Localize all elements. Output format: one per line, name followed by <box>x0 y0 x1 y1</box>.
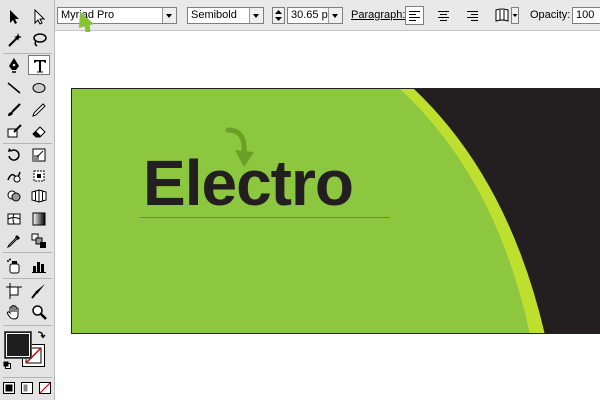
blend-tool[interactable] <box>28 231 50 251</box>
opacity-input[interactable]: 100 <box>572 7 600 24</box>
chevron-down-icon[interactable] <box>249 8 263 23</box>
paintbrush-tool[interactable] <box>3 100 25 120</box>
mesh-tool[interactable] <box>3 209 25 229</box>
align-center-button[interactable] <box>434 6 453 25</box>
shape-builder-tool[interactable] <box>3 186 25 206</box>
toolbox-divider <box>3 143 52 144</box>
none-mode-icon <box>39 382 51 394</box>
perspective-grid-tool[interactable] <box>28 186 50 206</box>
slice-knife-icon <box>31 284 45 299</box>
blob-brush-icon <box>7 124 22 138</box>
fill-stroke-widget <box>2 328 54 374</box>
magnifier-icon <box>32 305 47 320</box>
font-size-stepper[interactable] <box>272 7 285 24</box>
toolbox-divider <box>3 325 52 326</box>
rotate-tool[interactable] <box>3 145 25 165</box>
envelope-warp-button[interactable] <box>493 6 521 25</box>
lasso-icon <box>33 33 47 47</box>
lasso-tool[interactable] <box>28 30 50 50</box>
text-baseline <box>140 217 390 218</box>
eyedropper-icon <box>6 235 20 249</box>
chevron-down-icon[interactable] <box>162 8 176 23</box>
warp-finger-icon <box>7 171 21 183</box>
font-size-input[interactable]: 30.65 pt <box>287 7 343 24</box>
paintbrush-icon <box>8 103 21 116</box>
blend-icon <box>31 233 46 248</box>
align-left-icon <box>409 11 420 21</box>
eraser-tool[interactable] <box>28 121 50 141</box>
ellipse-icon <box>32 83 46 93</box>
color-mode-icon <box>3 382 15 394</box>
paragraph-label: Paragraph: <box>351 9 406 21</box>
gradient-mode-icon <box>21 382 33 394</box>
artboard[interactable]: Electro <box>71 88 600 334</box>
align-left-button[interactable] <box>405 6 424 25</box>
artboard-icon <box>6 283 22 299</box>
perspective-grid-icon <box>31 189 47 203</box>
font-style-value: Semibold <box>191 9 237 21</box>
blob-brush-tool[interactable] <box>3 121 25 141</box>
arrow-pointer-icon <box>10 10 19 24</box>
type-tool[interactable] <box>28 55 50 75</box>
pencil-icon <box>32 103 46 117</box>
eyedropper-tool[interactable] <box>3 231 25 251</box>
tools-panel <box>0 0 55 400</box>
eraser-icon <box>32 126 46 138</box>
align-right-icon <box>467 11 478 21</box>
toolbox-divider <box>3 252 52 253</box>
ellipse-tool[interactable] <box>28 78 50 98</box>
warp-icon <box>495 7 519 24</box>
chevron-down-icon[interactable] <box>328 8 342 23</box>
scale-icon <box>32 148 46 162</box>
symbol-sprayer-tool[interactable] <box>3 256 25 276</box>
toolbox-divider <box>3 53 52 54</box>
type-t-icon <box>34 60 46 73</box>
logo-text[interactable]: Electro <box>143 151 354 215</box>
free-transform-tool[interactable] <box>28 166 50 186</box>
pencil-tool[interactable] <box>28 100 50 120</box>
hand-icon <box>6 304 19 320</box>
mesh-icon <box>7 213 21 225</box>
direct-arrow-icon <box>34 9 46 25</box>
free-transform-icon <box>33 170 45 182</box>
align-center-icon <box>438 11 449 21</box>
gradient-icon <box>32 212 46 226</box>
opacity-label: Opacity: <box>530 9 571 21</box>
selection-tool[interactable] <box>3 7 25 27</box>
slice-tool[interactable] <box>28 281 50 301</box>
pen-nib-icon <box>9 58 19 73</box>
pen-tool[interactable] <box>3 55 25 75</box>
gradient-tool[interactable] <box>28 209 50 229</box>
toolbox-divider <box>3 278 52 279</box>
stepper-arrows-icon[interactable] <box>272 7 285 24</box>
align-right-button[interactable] <box>463 6 482 25</box>
artboard-tool[interactable] <box>3 281 25 301</box>
fill-stroke-swatch[interactable] <box>2 328 54 374</box>
toolbox-divider <box>3 377 52 378</box>
font-size-value: 30.65 pt <box>291 9 329 21</box>
line-segment-icon <box>7 82 21 94</box>
line-segment-tool[interactable] <box>3 78 25 98</box>
hand-tool[interactable] <box>3 302 25 322</box>
color-mode-buttons <box>2 380 54 396</box>
zoom-tool[interactable] <box>28 302 50 322</box>
column-graph-icon <box>32 262 46 273</box>
font-style-dropdown[interactable]: Semibold <box>187 7 264 24</box>
symbol-sprayer-icon <box>7 258 20 274</box>
warp-tool[interactable] <box>3 166 25 186</box>
direct-selection-tool[interactable] <box>28 7 50 27</box>
scale-tool[interactable] <box>28 145 50 165</box>
opacity-value: 100 <box>576 9 595 21</box>
swap-arrow-icon <box>37 331 46 339</box>
magic-wand-tool[interactable] <box>3 30 25 50</box>
rotate-icon <box>8 148 20 161</box>
shape-builder-icon <box>7 190 21 202</box>
magic-wand-icon <box>8 33 22 47</box>
column-graph-tool[interactable] <box>28 256 50 276</box>
